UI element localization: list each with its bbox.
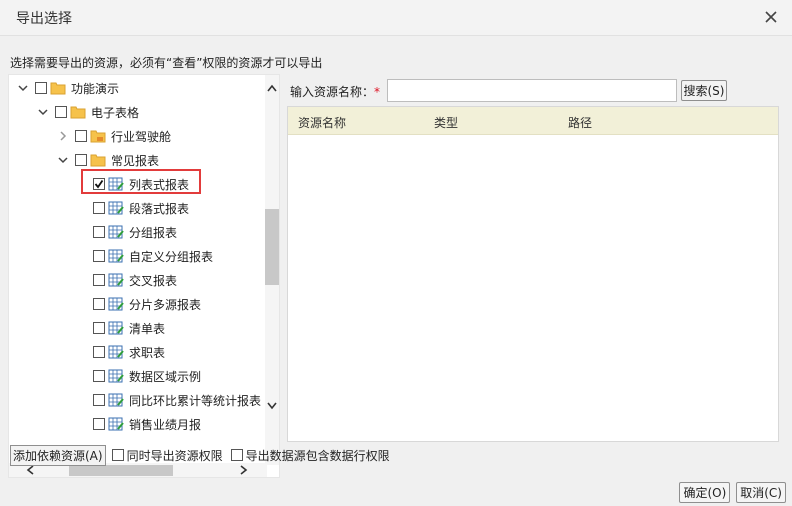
export-row-permissions-checkbox[interactable] (230, 449, 243, 461)
node-checkbox[interactable] (93, 202, 105, 214)
dialog-footer: 确定(O) 取消(C) (673, 482, 786, 503)
tree-node[interactable]: 电子表格 (35, 100, 139, 124)
tree-node-label: 清单表 (129, 321, 166, 336)
search-label-text: 输入资源名称： (290, 85, 375, 99)
spreadsheet-report-icon (108, 201, 124, 215)
tree-node[interactable]: 行业驾驶舱 (55, 124, 171, 148)
tree-node[interactable]: 段落式报表 (93, 196, 189, 220)
export-row-permissions-option[interactable]: 导出数据源包含数据行权限 (230, 447, 390, 464)
tree-node[interactable]: 销售业绩月报 (93, 412, 201, 436)
tree-node[interactable]: 功能演示 (15, 76, 119, 100)
folder-icon (50, 81, 66, 95)
tree-node-label: 交叉报表 (129, 273, 178, 288)
scroll-down-icon[interactable] (265, 399, 279, 413)
chevron-down-icon[interactable] (15, 80, 31, 96)
spreadsheet-report-icon (108, 393, 124, 407)
node-checkbox[interactable] (93, 346, 105, 358)
resource-tree-panel: 功能演示 电子表格 行业驾驶舱 常见报表 列表式报表 段落式报表 分组报表 自定… (8, 74, 280, 478)
folder-icon (90, 153, 106, 167)
spreadsheet-report-icon (108, 297, 124, 311)
tree-node-label: 销售业绩月报 (129, 417, 202, 432)
export-hint: 选择需要导出的资源，必须有“查看”权限的资源才可以导出 (10, 56, 323, 70)
ok-button[interactable]: 确定(O) (679, 482, 731, 503)
tree-node-label: 同比环比累计等统计报表 (129, 393, 262, 408)
spreadsheet-report-icon (108, 273, 124, 287)
export-permissions-label: 同时导出资源权限 (126, 448, 223, 463)
export-row-permissions-label: 导出数据源包含数据行权限 (245, 448, 390, 463)
tree-node-label: 电子表格 (91, 105, 140, 120)
node-checkbox[interactable] (93, 298, 105, 310)
required-mark: * (374, 85, 381, 99)
node-checkbox[interactable] (75, 130, 87, 142)
search-button[interactable]: 搜索(S) (681, 80, 727, 101)
tree-node-label: 段落式报表 (129, 201, 190, 216)
cancel-button[interactable]: 取消(C) (736, 482, 786, 503)
close-icon[interactable] (760, 6, 782, 28)
locked-folder-icon (90, 129, 106, 143)
export-permissions-option[interactable]: 同时导出资源权限 (111, 447, 223, 464)
search-label: 输入资源名称：* (290, 83, 380, 100)
tree-node-label: 分组报表 (129, 225, 178, 240)
tree-node-label: 分片多源报表 (129, 297, 202, 312)
spreadsheet-report-icon (108, 249, 124, 263)
tree-node-label: 数据区域示例 (129, 369, 202, 384)
node-checkbox[interactable] (35, 82, 47, 94)
dialog-body: 选择需要导出的资源，必须有“查看”权限的资源才可以导出 功能演示 电子表格 行业… (0, 36, 792, 506)
scroll-thumb[interactable] (265, 209, 279, 285)
tree-node[interactable]: 同比环比累计等统计报表 (93, 388, 261, 412)
node-checkbox[interactable] (55, 106, 67, 118)
tree-node[interactable]: 分组报表 (93, 220, 177, 244)
add-dependency-button[interactable]: 添加依赖资源(A) (10, 444, 106, 466)
column-header-path[interactable]: 路径 (568, 114, 592, 131)
tree-node-label: 求职表 (129, 345, 166, 360)
node-checkbox[interactable] (93, 418, 105, 430)
tree-node[interactable]: 清单表 (93, 316, 165, 340)
dialog-titlebar: 导出选择 (0, 0, 792, 36)
tree-node-label: 常见报表 (111, 153, 160, 168)
tree-node-label: 行业驾驶舱 (111, 129, 172, 144)
tree-node[interactable]: 求职表 (93, 340, 165, 364)
node-checkbox[interactable] (93, 322, 105, 334)
tree-node[interactable]: 分片多源报表 (93, 292, 201, 316)
spreadsheet-report-icon (108, 321, 124, 335)
results-header: 资源名称 类型 路径 (288, 107, 778, 135)
spreadsheet-report-icon (108, 369, 124, 383)
tree-node-label: 自定义分组报表 (129, 249, 214, 264)
spreadsheet-report-icon (108, 345, 124, 359)
chevron-right-icon[interactable] (55, 128, 71, 144)
scroll-thumb[interactable] (69, 465, 173, 476)
tree-node[interactable]: 数据区域示例 (93, 364, 201, 388)
resource-tree: 功能演示 电子表格 行业驾驶舱 常见报表 列表式报表 段落式报表 分组报表 自定… (9, 75, 267, 465)
export-options: 添加依赖资源(A) 同时导出资源权限 导出数据源包含数据行权限 (10, 444, 398, 466)
export-permissions-checkbox[interactable] (111, 449, 124, 461)
chevron-down-icon[interactable] (35, 104, 51, 120)
node-checkbox[interactable] (93, 274, 105, 286)
folder-icon (70, 105, 86, 119)
tree-node[interactable]: 交叉报表 (93, 268, 177, 292)
column-header-name[interactable]: 资源名称 (298, 114, 346, 131)
results-table: 资源名称 类型 路径 (287, 106, 779, 442)
selection-highlight (81, 169, 201, 194)
node-checkbox[interactable] (93, 250, 105, 262)
tree-vertical-scrollbar[interactable] (265, 75, 279, 465)
resource-name-input[interactable] (387, 79, 677, 102)
node-checkbox[interactable] (93, 394, 105, 406)
node-checkbox[interactable] (75, 154, 87, 166)
node-checkbox[interactable] (93, 370, 105, 382)
scroll-up-icon[interactable] (265, 81, 279, 95)
column-header-type[interactable]: 类型 (434, 114, 458, 131)
spreadsheet-report-icon (108, 417, 124, 431)
chevron-down-icon[interactable] (55, 152, 71, 168)
tree-node-label: 功能演示 (71, 81, 120, 96)
dialog-title: 导出选择 (16, 11, 72, 27)
tree-node[interactable]: 自定义分组报表 (93, 244, 213, 268)
spreadsheet-report-icon (108, 225, 124, 239)
node-checkbox[interactable] (93, 226, 105, 238)
